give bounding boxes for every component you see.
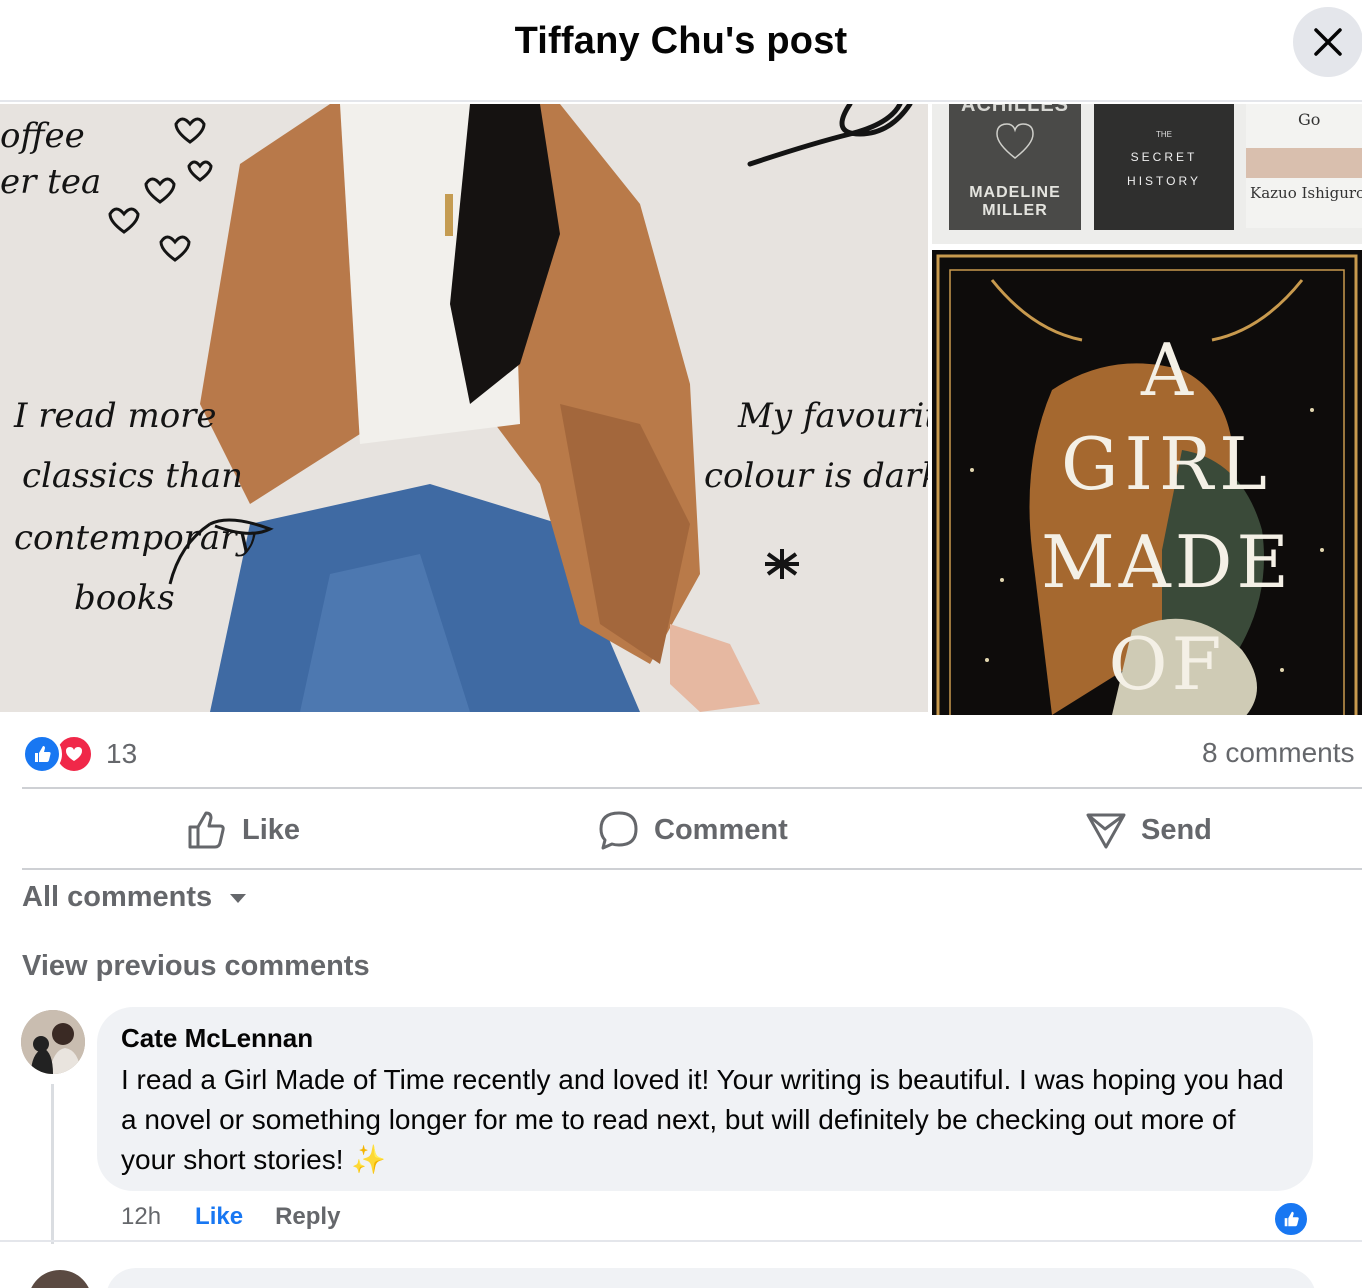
close-button[interactable] bbox=[1293, 7, 1362, 77]
overlay-text: contemporary bbox=[14, 518, 256, 558]
comment-meta: 12h Like Reply bbox=[121, 1203, 340, 1231]
post-photo-main[interactable]: offee er tea I read more classics than c… bbox=[0, 104, 928, 712]
book-cover: THE SECRET HISTORY bbox=[1094, 104, 1234, 230]
overlay-text: books bbox=[74, 578, 175, 618]
cover-title-line: GIRL bbox=[1061, 422, 1273, 506]
like-reaction-icon bbox=[22, 734, 62, 774]
overlay-text: classics than bbox=[22, 456, 243, 496]
view-previous-comments-link[interactable]: View previous comments bbox=[22, 950, 370, 983]
comment-text: I read a Girl Made of Time recently and … bbox=[121, 1060, 1289, 1180]
book-title: SECRET bbox=[1130, 150, 1198, 164]
caret-down-icon bbox=[230, 893, 247, 903]
overlay-text: offee bbox=[0, 116, 85, 156]
book-title: ACHILLES bbox=[961, 104, 1069, 116]
book-title: HISTORY bbox=[1127, 174, 1201, 188]
page-title: Tiffany Chu's post bbox=[514, 20, 848, 62]
post-header: Tiffany Chu's post bbox=[0, 0, 1362, 102]
book-cover: ACHILLES MADELINE MILLER bbox=[949, 104, 1081, 230]
post-photo-book-cover[interactable]: A GIRL MADE OF bbox=[932, 250, 1362, 715]
close-icon bbox=[1314, 28, 1342, 56]
book-emblem bbox=[996, 123, 1034, 159]
cover-title-line: A bbox=[1141, 328, 1193, 412]
book-title: THE bbox=[1156, 130, 1172, 139]
divider bbox=[22, 787, 1362, 789]
comment-body: I read a Girl Made of Time recently and … bbox=[121, 1064, 1284, 1175]
book-face-image bbox=[1246, 148, 1362, 178]
avatar-image bbox=[21, 1010, 85, 1074]
post-photo-books[interactable]: ACHILLES MADELINE MILLER THE SECRET HIST… bbox=[932, 104, 1362, 244]
comment-bubble: Cate McLennan I read a Girl Made of Time… bbox=[97, 1007, 1313, 1191]
book-cover: Go Kazuo Ishiguro bbox=[1246, 104, 1362, 228]
comment-author[interactable]: Cate McLennan bbox=[121, 1023, 1289, 1054]
overlay-text: colour is dark t bbox=[704, 456, 928, 496]
comment-button[interactable]: Comment bbox=[598, 806, 788, 854]
comment-label: Comment bbox=[654, 813, 788, 846]
overlay-text: er tea bbox=[0, 162, 102, 202]
book-title: Go bbox=[1298, 110, 1321, 129]
avatar[interactable] bbox=[21, 1010, 85, 1074]
book-author: Kazuo Ishiguro bbox=[1250, 184, 1362, 202]
comment-timestamp[interactable]: 12h bbox=[121, 1203, 161, 1231]
comment-bubble-icon bbox=[599, 811, 638, 850]
thumbs-up-icon bbox=[1284, 1211, 1299, 1227]
avatar[interactable] bbox=[28, 1270, 92, 1288]
thread-line bbox=[51, 1084, 54, 1244]
overlay-text: I read more bbox=[14, 396, 217, 436]
reaction-count: 13 bbox=[106, 738, 138, 769]
divider bbox=[22, 868, 1362, 870]
cover-title-line: MADE bbox=[1040, 520, 1293, 604]
send-label: Send bbox=[1141, 813, 1212, 846]
reaction-summary[interactable]: 13 bbox=[22, 733, 137, 775]
sparkles-emoji: ✨ bbox=[351, 1144, 387, 1175]
cover-title-line: OF bbox=[1108, 622, 1226, 706]
comment-like-button[interactable]: Like bbox=[195, 1203, 243, 1231]
book-author: MADELINE MILLER bbox=[969, 184, 1061, 219]
comments-count-link[interactable]: 8 comments bbox=[1202, 737, 1355, 769]
comment-filter-dropdown[interactable]: All comments bbox=[22, 881, 248, 914]
comment-like-badge[interactable] bbox=[1272, 1200, 1310, 1238]
like-button[interactable]: Like bbox=[186, 806, 300, 854]
send-button[interactable]: Send bbox=[1085, 806, 1212, 854]
comment-bubble bbox=[106, 1268, 1316, 1288]
comment-reply-button[interactable]: Reply bbox=[275, 1203, 340, 1231]
overlay-text: My favourite bbox=[738, 396, 928, 436]
thumbs-up-icon bbox=[188, 811, 225, 849]
send-icon bbox=[1086, 813, 1126, 849]
divider bbox=[0, 1240, 1362, 1242]
comment-filter-label: All comments bbox=[22, 881, 213, 913]
like-label: Like bbox=[242, 813, 301, 846]
